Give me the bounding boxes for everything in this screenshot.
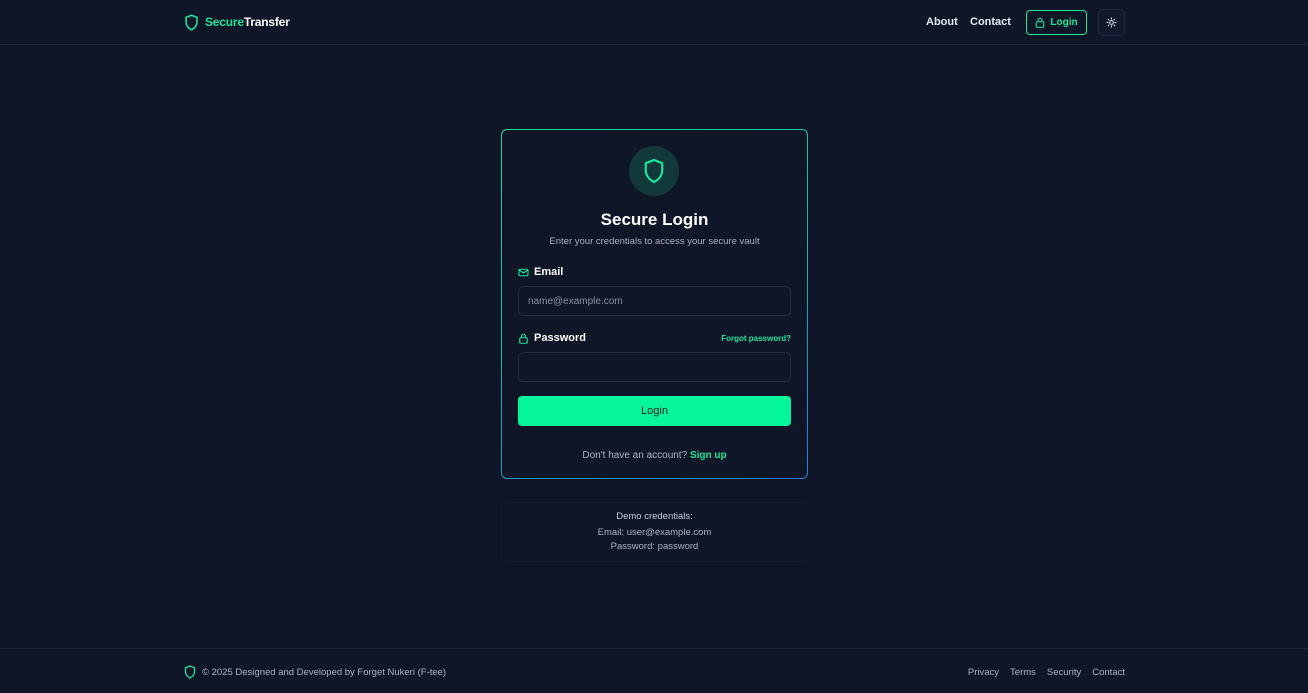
nav-contact-link[interactable]: Contact	[970, 16, 1011, 28]
demo-email-line: Email: user@example.com	[597, 527, 712, 538]
login-card: Secure Login Enter your credentials to a…	[501, 129, 808, 479]
mail-icon	[518, 268, 529, 276]
signup-prompt: Don't have an account?	[582, 450, 688, 461]
header-login-button[interactable]: Login	[1026, 10, 1087, 35]
forgot-password-link[interactable]: Forgot password?	[721, 334, 791, 343]
brand-logo[interactable]: SecureTransfer	[184, 13, 290, 31]
footer-link-security[interactable]: Security	[1047, 667, 1081, 678]
shield-icon	[185, 13, 198, 31]
login-submit-button[interactable]: Login	[518, 396, 791, 426]
login-subtitle: Enter your credentials to access your se…	[549, 236, 760, 247]
footer-links: Privacy Terms Security Contact	[968, 667, 1125, 678]
login-title: Secure Login	[600, 210, 709, 229]
footer-copyright: © 2025 Designed and Developed by Forget …	[184, 665, 446, 679]
brand-name-transfer: Transfer	[243, 15, 290, 29]
lock-icon	[1036, 17, 1045, 28]
lock-icon	[519, 333, 528, 344]
password-label-text: Password	[534, 332, 586, 344]
shield-badge	[629, 146, 679, 196]
shield-icon	[184, 665, 196, 679]
copyright-text: © 2025 Designed and Developed by Forget …	[202, 666, 447, 678]
demo-credentials-box: Demo credentials: Email: user@example.co…	[501, 502, 808, 562]
footer: © 2025 Designed and Developed by Forget …	[0, 648, 1308, 693]
footer-link-contact[interactable]: Contact	[1092, 667, 1125, 678]
demo-credentials-title: Demo credentials:	[616, 511, 693, 522]
email-label: Email	[518, 266, 563, 278]
sun-icon	[1106, 17, 1117, 28]
footer-link-privacy[interactable]: Privacy	[968, 667, 999, 678]
password-field[interactable]	[518, 352, 791, 382]
header-login-label: Login	[1050, 17, 1078, 28]
login-card-body: Secure Login Enter your credentials to a…	[502, 130, 807, 478]
top-navbar: SecureTransfer About Contact Login	[0, 0, 1308, 45]
demo-password-line: Password: password	[610, 541, 699, 552]
brand-name-secure: Secure	[205, 15, 244, 29]
brand-name: SecureTransfer	[205, 15, 290, 29]
shield-icon	[644, 158, 664, 184]
password-label: Password	[518, 332, 586, 344]
email-label-text: Email	[534, 266, 564, 278]
nav-about-link[interactable]: About	[926, 16, 958, 28]
email-field[interactable]	[518, 286, 791, 316]
theme-toggle-button[interactable]	[1098, 9, 1125, 36]
signup-link[interactable]: Sign up	[690, 450, 727, 461]
footer-link-terms[interactable]: Terms	[1010, 667, 1036, 678]
signup-row: Don't have an account? Sign up	[502, 450, 807, 461]
